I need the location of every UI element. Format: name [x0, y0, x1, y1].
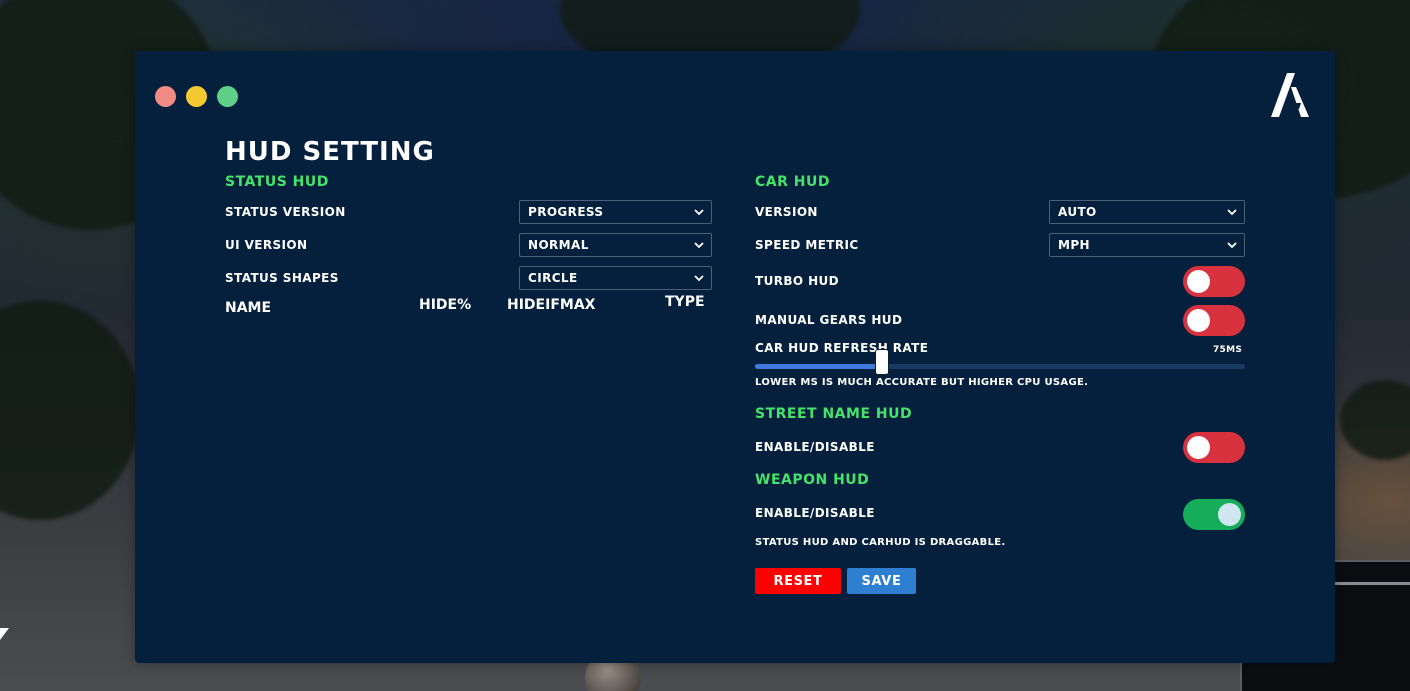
refresh-rate-value: 75MS [1213, 345, 1243, 355]
save-button[interactable]: SAVE [847, 568, 916, 594]
ui-version-value: NORMAL [528, 238, 589, 252]
chevron-down-icon [694, 275, 704, 282]
weapon-enable-label: ENABLE/DISABLE [755, 506, 875, 520]
fivem-logo-icon [1271, 73, 1309, 117]
chevron-down-icon [694, 209, 704, 216]
column-header-hide-percent: HIDE% [419, 297, 472, 313]
status-version-label: STATUS VERSION [225, 205, 346, 219]
slider-fill [755, 364, 883, 369]
minimize-dot-icon[interactable] [186, 86, 207, 107]
toggle-knob [1218, 503, 1241, 526]
toggle-knob [1187, 309, 1210, 332]
ui-version-label: UI VERSION [225, 238, 308, 252]
street-name-enable-label: ENABLE/DISABLE [755, 440, 875, 454]
speed-metric-value: MPH [1058, 238, 1090, 252]
manual-gears-hud-toggle[interactable] [1183, 305, 1245, 336]
weapon-hud-toggle[interactable] [1183, 499, 1245, 530]
car-version-value: AUTO [1058, 205, 1097, 219]
reset-button[interactable]: RESET [755, 568, 841, 594]
refresh-rate-label: CAR HUD REFRESH RATE [755, 341, 929, 355]
mouse-cursor-icon [0, 628, 9, 640]
street-name-hud-section-title: STREET NAME HUD [755, 406, 913, 422]
status-version-select[interactable]: PROGRESS [519, 200, 712, 224]
street-name-hud-toggle[interactable] [1183, 432, 1245, 463]
car-hud-section-title: CAR HUD [755, 174, 830, 190]
status-hud-section-title: STATUS HUD [225, 174, 329, 190]
speed-metric-label: SPEED METRIC [755, 238, 859, 252]
speed-metric-select[interactable]: MPH [1049, 233, 1245, 257]
chevron-down-icon [1227, 242, 1237, 249]
draggable-note: STATUS HUD AND CARHUD IS DRAGGABLE. [755, 537, 1006, 548]
turbo-hud-toggle[interactable] [1183, 266, 1245, 297]
status-shapes-select[interactable]: CIRCLE [519, 266, 712, 290]
toggle-knob [1187, 270, 1210, 293]
toggle-knob [1187, 436, 1210, 459]
status-shapes-value: CIRCLE [528, 271, 578, 285]
slider-thumb[interactable] [875, 349, 890, 375]
car-version-select[interactable]: AUTO [1049, 200, 1245, 224]
background-tree [1340, 380, 1410, 460]
hud-settings-panel: HUD SETTING STATUS HUD STATUS VERSION PR… [135, 51, 1335, 663]
turbo-hud-label: TURBO HUD [755, 274, 840, 288]
column-header-hideifmax: HIDEIFMAX [507, 297, 596, 313]
ui-version-select[interactable]: NORMAL [519, 233, 712, 257]
column-header-name: NAME [225, 300, 272, 316]
page-title: HUD SETTING [225, 137, 435, 167]
maximize-dot-icon[interactable] [217, 86, 238, 107]
car-version-label: VERSION [755, 205, 818, 219]
refresh-rate-slider[interactable] [755, 349, 1245, 375]
status-version-value: PROGRESS [528, 205, 604, 219]
weapon-hud-section-title: WEAPON HUD [755, 472, 870, 488]
close-dot-icon[interactable] [155, 86, 176, 107]
refresh-rate-note: LOWER MS IS MUCH ACCURATE BUT HIGHER CPU… [755, 377, 1089, 388]
chevron-down-icon [1227, 209, 1237, 216]
window-controls [155, 86, 238, 107]
background-tree [0, 300, 140, 520]
chevron-down-icon [694, 242, 704, 249]
column-header-type: TYPE [665, 294, 705, 310]
status-shapes-label: STATUS SHAPES [225, 271, 339, 285]
manual-gears-hud-label: MANUAL GEARS HUD [755, 313, 903, 327]
